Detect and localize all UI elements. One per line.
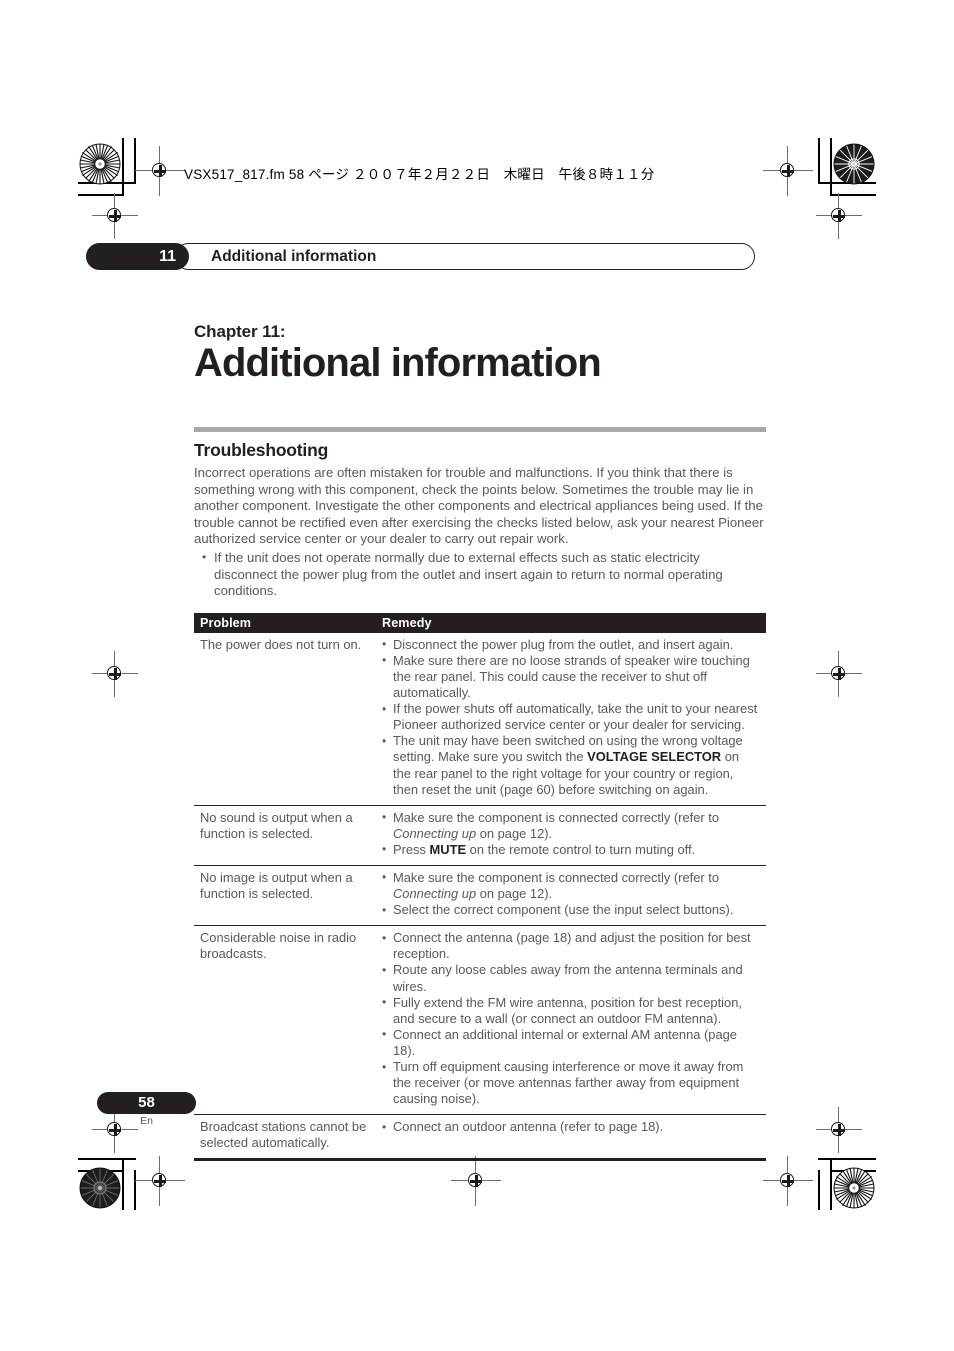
starburst-registration-mark-bottom-left <box>79 1167 121 1209</box>
remedy-list: Make sure the component is connected cor… <box>382 869 760 918</box>
table-cell-problem: Broadcast stations cannot be selected au… <box>194 1114 376 1162</box>
remedy-list: Connect the antenna (page 18) and adjust… <box>382 930 760 1107</box>
chapter-kicker: Chapter 11: <box>194 322 286 341</box>
crosshair-mark-bottom-center <box>451 1156 501 1206</box>
crosshair-mark-right-middle <box>816 651 862 697</box>
print-filename-header: VSX517_817.fm 58 ページ ２００７年２月２２日 木曜日 午後８時… <box>184 167 655 182</box>
starburst-registration-mark-bottom-right <box>833 1167 875 1209</box>
table-row: No sound is output when a function is se… <box>194 805 766 866</box>
table-cell-remedy: Connect an outdoor antenna (refer to pag… <box>376 1114 766 1162</box>
remedy-item: Make sure the component is connected cor… <box>382 809 760 842</box>
remedy-item: Press MUTE on the remote control to turn… <box>382 841 760 858</box>
table-cell-problem: Considerable noise in radio broadcasts. <box>194 925 376 1116</box>
starburst-registration-mark-top-right <box>833 143 875 185</box>
section-title-troubleshooting: Troubleshooting <box>194 440 329 460</box>
remedy-item: Make sure there are no loose strands of … <box>382 652 760 701</box>
remedy-item: Disconnect the power plug from the outle… <box>382 636 760 653</box>
crop-mark-top-right <box>818 138 876 196</box>
remedy-item: Turn off equipment causing interference … <box>382 1058 760 1107</box>
table-cell-problem: The power does not turn on. <box>194 632 376 806</box>
troubleshooting-intro-paragraph: Incorrect operations are often mistaken … <box>194 465 764 547</box>
column-header-problem: Problem <box>194 612 376 633</box>
remedy-list: Disconnect the power plug from the outle… <box>382 636 760 798</box>
troubleshooting-intro-bullets: If the unit does not operate normally du… <box>194 549 766 600</box>
table-header-row: Problem Remedy <box>194 612 766 633</box>
table-cell-remedy: Disconnect the power plug from the outle… <box>376 632 766 806</box>
remedy-item: Connect the antenna (page 18) and adjust… <box>382 930 760 962</box>
remedy-item: Connect an additional internal or extern… <box>382 1026 760 1059</box>
crosshair-mark-bottom-left-inner <box>135 1156 185 1206</box>
table-cell-remedy: Make sure the component is connected cor… <box>376 865 766 927</box>
running-head: 11 Additional information <box>86 243 755 270</box>
remedy-item: Fully extend the FM wire antenna, positi… <box>382 994 760 1027</box>
crosshair-mark-top-left-inner <box>135 146 185 196</box>
page-title: Additional information <box>194 341 602 385</box>
page-content: Chapter 11: Additional information Troub… <box>194 322 766 1162</box>
page-footer: 58 En <box>97 1092 196 1127</box>
remedy-item: The unit may have been switched on using… <box>382 733 760 797</box>
crosshair-mark-right-lower <box>816 1107 862 1153</box>
table-row: Broadcast stations cannot be selected au… <box>194 1114 766 1162</box>
crosshair-mark-left-middle <box>92 651 138 697</box>
table-cell-problem: No image is output when a function is se… <box>194 865 376 927</box>
running-head-chapter-number: 11 <box>86 243 189 270</box>
list-item: If the unit does not operate normally du… <box>194 549 766 600</box>
crop-mark-top-left <box>78 138 136 196</box>
crop-mark-bottom-right <box>818 1152 876 1210</box>
table-row: Considerable noise in radio broadcasts.C… <box>194 925 766 1116</box>
remedy-list: Make sure the component is connected cor… <box>382 809 760 858</box>
remedy-list: Connect an outdoor antenna (refer to pag… <box>382 1119 760 1135</box>
troubleshooting-table-body: The power does not turn on. Disconnect th… <box>194 632 766 1162</box>
table-cell-problem: No sound is output when a function is se… <box>194 805 376 866</box>
crosshair-mark-top-right-inner <box>763 146 813 196</box>
crosshair-mark-bottom-right-inner <box>763 1156 813 1206</box>
remedy-item: If the power shuts off automatically, ta… <box>382 701 760 733</box>
remedy-item: Connect an outdoor antenna (refer to pag… <box>382 1119 760 1135</box>
page-language-code: En <box>140 1115 153 1127</box>
section-divider-rule <box>194 427 766 432</box>
crosshair-mark-right-upper <box>816 193 862 239</box>
table-row: The power does not turn on. Disconnect th… <box>194 632 766 806</box>
crop-mark-bottom-left <box>78 1152 136 1210</box>
running-head-chapter-label: Additional information <box>175 243 755 270</box>
table-row: No image is output when a function is se… <box>194 865 766 927</box>
remedy-item: Make sure the component is connected cor… <box>382 869 760 902</box>
table-cell-remedy: Connect the antenna (page 18) and adjust… <box>376 925 766 1116</box>
column-header-remedy: Remedy <box>376 612 766 633</box>
page-number: 58 <box>97 1092 196 1114</box>
troubleshooting-table: Problem Remedy The power does not turn o… <box>194 612 766 1162</box>
remedy-item: Route any loose cables away from the ant… <box>382 962 760 994</box>
starburst-registration-mark-top-left <box>79 143 121 185</box>
remedy-item: Select the correct component (use the in… <box>382 902 760 918</box>
table-cell-remedy: Make sure the component is connected cor… <box>376 805 766 866</box>
crosshair-mark-left-upper <box>92 193 138 239</box>
